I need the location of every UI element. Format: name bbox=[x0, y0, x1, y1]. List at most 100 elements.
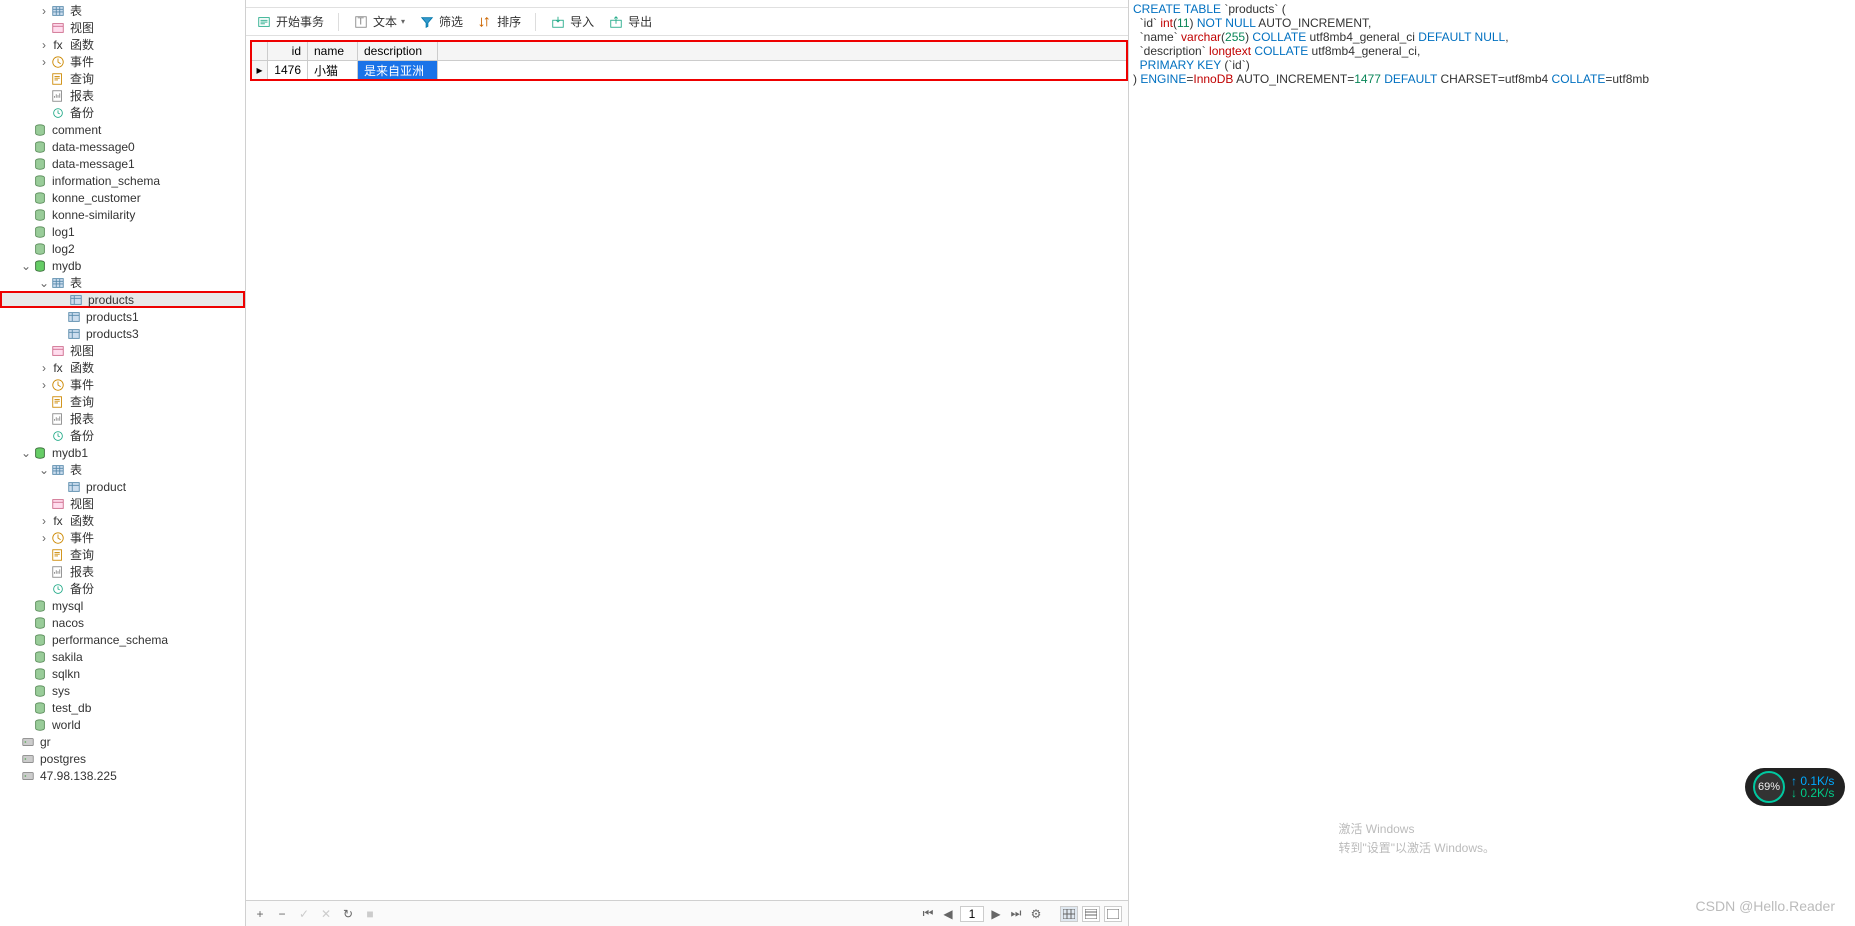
tree-item-postgres[interactable]: postgres bbox=[0, 750, 245, 767]
tree-item-备份[interactable]: 备份 bbox=[0, 580, 245, 597]
col-id-header[interactable]: id bbox=[268, 42, 308, 60]
tree-item-47.98.138.225[interactable]: 47.98.138.225 bbox=[0, 767, 245, 784]
remove-row-button[interactable]: − bbox=[274, 906, 290, 922]
tree-item-information_schema[interactable]: information_schema bbox=[0, 172, 245, 189]
expand-icon[interactable]: › bbox=[38, 378, 50, 392]
tree-item-product[interactable]: product bbox=[0, 478, 245, 495]
sort-icon bbox=[477, 14, 493, 30]
tree-item-konne_customer[interactable]: konne_customer bbox=[0, 189, 245, 206]
tree-item-mydb1[interactable]: ⌄mydb1 bbox=[0, 444, 245, 461]
filter-button[interactable]: 筛选 bbox=[419, 13, 463, 30]
tree-item-data-message0[interactable]: data-message0 bbox=[0, 138, 245, 155]
first-page-button[interactable]: ⏮ bbox=[920, 906, 936, 922]
expand-icon[interactable]: ⌄ bbox=[20, 259, 32, 273]
tree-item-mydb[interactable]: ⌄mydb bbox=[0, 257, 245, 274]
fx-icon: fx bbox=[50, 360, 66, 376]
cell-description[interactable]: 是来自亚洲 bbox=[358, 61, 438, 79]
tree-item-查询[interactable]: 查询 bbox=[0, 546, 245, 563]
tree-item-报表[interactable]: 报表 bbox=[0, 410, 245, 427]
export-button[interactable]: 导出 bbox=[608, 13, 652, 30]
tree-item-products3[interactable]: products3 bbox=[0, 325, 245, 342]
begin-transaction-button[interactable]: 开始事务 bbox=[256, 13, 324, 30]
next-page-button[interactable]: ▶ bbox=[988, 906, 1004, 922]
tree-item-查询[interactable]: 查询 bbox=[0, 393, 245, 410]
query-icon bbox=[50, 71, 66, 87]
form-view-button[interactable] bbox=[1082, 906, 1100, 922]
expand-icon[interactable]: › bbox=[38, 55, 50, 69]
tree-item-报表[interactable]: 报表 bbox=[0, 87, 245, 104]
tree-item-products1[interactable]: products1 bbox=[0, 308, 245, 325]
last-page-button[interactable]: ⏭ bbox=[1008, 906, 1024, 922]
tree-item-performance_schema[interactable]: performance_schema bbox=[0, 631, 245, 648]
tree-item-视图[interactable]: 视图 bbox=[0, 342, 245, 359]
tree-item-data-message1[interactable]: data-message1 bbox=[0, 155, 245, 172]
expand-icon[interactable]: ⌄ bbox=[20, 446, 32, 460]
tree-item-comment[interactable]: comment bbox=[0, 121, 245, 138]
network-monitor-widget[interactable]: 69% ↑ 0.1K/s ↓ 0.2K/s bbox=[1745, 768, 1845, 806]
cancel-button[interactable]: ✕ bbox=[318, 906, 334, 922]
cell-name[interactable]: 小猫 bbox=[308, 61, 358, 79]
tree-item-报表[interactable]: 报表 bbox=[0, 563, 245, 580]
tree-item-mysql[interactable]: mysql bbox=[0, 597, 245, 614]
tree-item-test_db[interactable]: test_db bbox=[0, 699, 245, 716]
expand-icon[interactable]: › bbox=[38, 514, 50, 528]
expand-icon[interactable]: ⌄ bbox=[38, 276, 50, 290]
tree-label: 表 bbox=[70, 2, 82, 19]
grid-view-button[interactable] bbox=[1060, 906, 1078, 922]
col-name-header[interactable]: name bbox=[308, 42, 358, 60]
col-description-header[interactable]: description bbox=[358, 42, 438, 60]
tree-item-备份[interactable]: 备份 bbox=[0, 104, 245, 121]
bottom-bar: + − ✓ ✕ ↻ ■ ⏮ ◀ ▶ ⏭ ⚙ bbox=[246, 900, 1128, 926]
tree-item-products[interactable]: products bbox=[0, 291, 245, 308]
expand-icon[interactable]: › bbox=[38, 38, 50, 52]
tree-item-视图[interactable]: 视图 bbox=[0, 19, 245, 36]
table-icon bbox=[50, 275, 66, 291]
table-row[interactable]: ▸ 1476 小猫 是来自亚洲 bbox=[252, 61, 1126, 79]
expand-icon[interactable]: › bbox=[38, 361, 50, 375]
begin-tx-label: 开始事务 bbox=[276, 13, 324, 30]
refresh-button[interactable]: ↻ bbox=[340, 906, 356, 922]
settings-button[interactable]: ⚙ bbox=[1028, 906, 1044, 922]
add-row-button[interactable]: + bbox=[252, 906, 268, 922]
tree-item-konne-similarity[interactable]: konne-similarity bbox=[0, 206, 245, 223]
tree-item-函数[interactable]: ›fx函数 bbox=[0, 359, 245, 376]
import-button[interactable]: 导入 bbox=[550, 13, 594, 30]
tree-item-查询[interactable]: 查询 bbox=[0, 70, 245, 87]
tree-item-sqlkn[interactable]: sqlkn bbox=[0, 665, 245, 682]
event-icon bbox=[50, 530, 66, 546]
tree-item-函数[interactable]: ›fx函数 bbox=[0, 512, 245, 529]
row-marker-icon: ▸ bbox=[252, 61, 268, 79]
tree-item-log1[interactable]: log1 bbox=[0, 223, 245, 240]
tree-item-nacos[interactable]: nacos bbox=[0, 614, 245, 631]
memo-view-button[interactable] bbox=[1104, 906, 1122, 922]
tree-item-world[interactable]: world bbox=[0, 716, 245, 733]
cell-id[interactable]: 1476 bbox=[268, 61, 308, 79]
tree-item-sys[interactable]: sys bbox=[0, 682, 245, 699]
tbl-icon bbox=[66, 479, 82, 495]
tree-label: 视图 bbox=[70, 342, 94, 359]
tree-item-表[interactable]: ⌄表 bbox=[0, 274, 245, 291]
prev-page-button[interactable]: ◀ bbox=[940, 906, 956, 922]
stop-button[interactable]: ■ bbox=[362, 906, 378, 922]
tree-item-函数[interactable]: ›fx函数 bbox=[0, 36, 245, 53]
commit-button[interactable]: ✓ bbox=[296, 906, 312, 922]
data-grid[interactable]: id name description ▸ 1476 小猫 是来自亚洲 bbox=[250, 40, 1128, 81]
page-input[interactable] bbox=[960, 906, 984, 922]
expand-icon[interactable]: ⌄ bbox=[38, 463, 50, 477]
text-button[interactable]: T 文本 ▾ bbox=[353, 13, 405, 30]
sidebar-tree[interactable]: ›表视图›fx函数›事件查询报表备份commentdata-message0da… bbox=[0, 0, 246, 926]
expand-icon[interactable]: › bbox=[38, 531, 50, 545]
tree-item-表[interactable]: ⌄表 bbox=[0, 461, 245, 478]
tree-item-事件[interactable]: ›事件 bbox=[0, 529, 245, 546]
tree-item-事件[interactable]: ›事件 bbox=[0, 53, 245, 70]
tree-item-gr[interactable]: gr bbox=[0, 733, 245, 750]
tree-item-sakila[interactable]: sakila bbox=[0, 648, 245, 665]
db-icon bbox=[32, 598, 48, 614]
tree-item-log2[interactable]: log2 bbox=[0, 240, 245, 257]
tree-item-事件[interactable]: ›事件 bbox=[0, 376, 245, 393]
tree-item-表[interactable]: ›表 bbox=[0, 2, 245, 19]
tree-item-视图[interactable]: 视图 bbox=[0, 495, 245, 512]
expand-icon[interactable]: › bbox=[38, 4, 50, 18]
tree-item-备份[interactable]: 备份 bbox=[0, 427, 245, 444]
sort-button[interactable]: 排序 bbox=[477, 13, 521, 30]
